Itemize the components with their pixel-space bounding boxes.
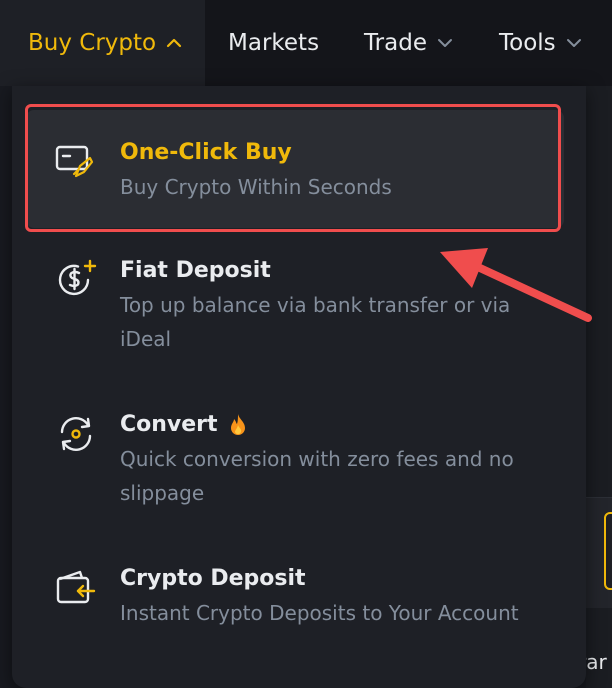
menu-item-title: Convert	[120, 412, 218, 437]
menu-item-description: Buy Crypto Within Seconds	[120, 175, 392, 199]
rocket-card-icon	[54, 140, 98, 184]
background-yellow-button	[604, 512, 612, 590]
chevron-down-icon	[566, 39, 581, 47]
nav-tools[interactable]: Tools	[499, 0, 584, 86]
menu-item-description-cont: slippage	[120, 481, 205, 505]
dollar-plus-icon	[54, 258, 98, 302]
buy-crypto-dropdown: One-Click Buy Buy Crypto Within Seconds …	[12, 86, 586, 688]
chevron-up-icon	[167, 38, 182, 48]
wallet-deposit-icon	[54, 566, 98, 610]
menu-item-crypto-deposit[interactable]: Crypto Deposit Instant Crypto Deposits t…	[26, 564, 564, 630]
top-navbar: Buy Crypto Markets Trade Tools	[0, 0, 612, 86]
nav-buy-crypto-label: Buy Crypto	[28, 30, 157, 56]
menu-item-description: Quick conversion with zero fees and no	[120, 447, 514, 471]
menu-item-description-cont: iDeal	[120, 327, 172, 351]
menu-item-description: Top up balance via bank transfer or via	[120, 293, 511, 317]
menu-item-title: Crypto Deposit	[120, 566, 306, 591]
nav-trade-label: Trade	[364, 30, 427, 56]
menu-item-title: Fiat Deposit	[120, 258, 271, 283]
menu-item-title: One-Click Buy	[120, 140, 292, 165]
menu-item-convert[interactable]: Convert Quick conversion with zero fees …	[26, 410, 564, 510]
nav-tools-label: Tools	[499, 30, 556, 56]
nav-buy-crypto[interactable]: Buy Crypto	[0, 0, 205, 86]
convert-cycle-icon	[54, 412, 98, 456]
fire-icon	[230, 414, 245, 435]
nav-markets[interactable]: Markets	[228, 0, 319, 86]
chevron-down-icon	[437, 39, 452, 47]
nav-trade[interactable]: Trade	[364, 0, 455, 86]
nav-markets-label: Markets	[228, 30, 320, 56]
menu-item-fiat-deposit[interactable]: Fiat Deposit Top up balance via bank tra…	[26, 256, 564, 356]
menu-item-description: Instant Crypto Deposits to Your Account	[120, 601, 519, 625]
menu-item-one-click-buy[interactable]: One-Click Buy Buy Crypto Within Seconds	[26, 110, 564, 228]
